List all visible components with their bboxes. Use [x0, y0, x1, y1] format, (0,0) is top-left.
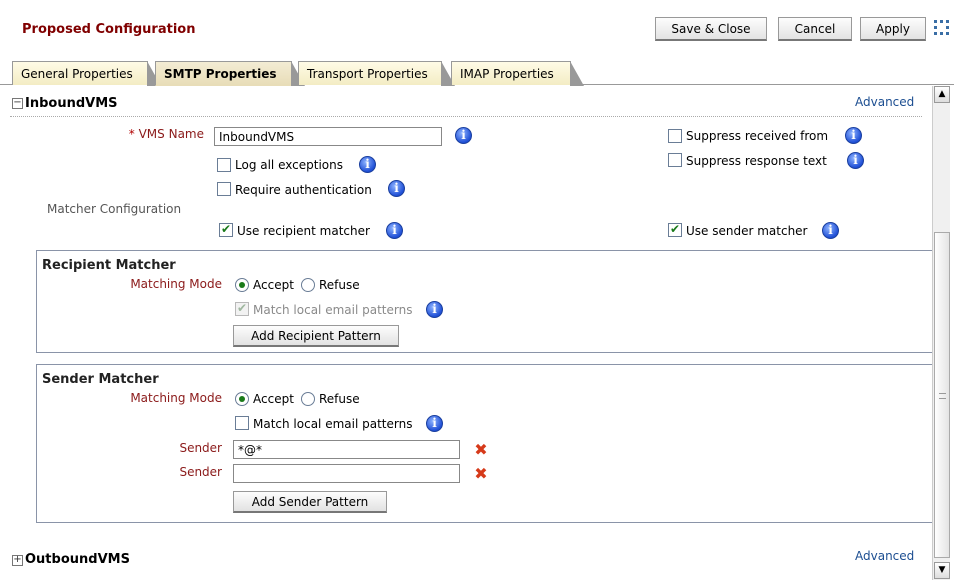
sender-input[interactable]: *@*: [233, 440, 460, 459]
tab-imap-properties[interactable]: IMAP Properties: [451, 61, 584, 86]
sender-input[interactable]: [233, 464, 460, 483]
suppress-received-from-label: Suppress received from: [686, 129, 829, 143]
sender-refuse-label: Refuse: [319, 392, 360, 406]
matching-mode-label: Matching Mode: [130, 277, 222, 291]
matching-mode-label: Matching Mode: [130, 391, 222, 405]
delete-icon[interactable]: ✖: [473, 442, 489, 458]
suppress-response-text-label: Suppress response text: [686, 154, 827, 168]
vertical-scrollbar[interactable]: ▲ ▼: [932, 86, 950, 580]
use-sender-matcher-label: Use sender matcher: [686, 224, 808, 238]
tab-smtp-properties[interactable]: SMTP Properties: [155, 61, 305, 86]
recipient-matcher-title: Recipient Matcher: [42, 258, 176, 273]
add-sender-pattern-button[interactable]: Add Sender Pattern: [233, 491, 387, 513]
sender-accept-label: Accept: [253, 392, 294, 406]
scroll-down-icon[interactable]: ▼: [934, 562, 950, 579]
info-icon[interactable]: i: [359, 156, 376, 173]
inbound-section-title: InboundVMS: [25, 96, 118, 111]
panel-grip-icon[interactable]: [934, 20, 950, 36]
use-recipient-matcher-label: Use recipient matcher: [237, 224, 370, 238]
content-area: − InboundVMS Advanced * VMS Name Inbound…: [0, 86, 933, 580]
scroll-up-icon[interactable]: ▲: [934, 86, 950, 103]
matcher-configuration-label: Matcher Configuration: [47, 202, 182, 216]
divider: [10, 116, 922, 117]
expand-outbound-icon[interactable]: +: [12, 555, 23, 566]
info-icon[interactable]: i: [822, 222, 839, 239]
sender-label: Sender: [179, 441, 222, 455]
outbound-section-title: OutboundVMS: [25, 552, 130, 567]
cancel-button[interactable]: Cancel: [778, 17, 852, 41]
info-icon[interactable]: i: [847, 152, 864, 169]
info-icon[interactable]: i: [455, 127, 472, 144]
info-icon[interactable]: i: [426, 415, 443, 432]
info-icon[interactable]: i: [388, 180, 405, 197]
sender-match-local-label: Match local email patterns: [253, 417, 413, 431]
suppress-received-from-checkbox[interactable]: [668, 129, 682, 143]
sender-matcher-box: Sender Matcher Matching Mode Accept Refu…: [36, 364, 933, 523]
save-close-button[interactable]: Save & Close: [655, 17, 767, 41]
tab-transport-properties[interactable]: Transport Properties: [298, 61, 455, 86]
tab-bar: General Properties SMTP Properties Trans…: [0, 58, 954, 86]
sender-refuse-radio[interactable]: [301, 392, 315, 406]
sender-accept-radio[interactable]: [235, 392, 249, 406]
recipient-matcher-box: Recipient Matcher Matching Mode Accept R…: [36, 250, 933, 353]
vms-name-label: * VMS Name: [100, 127, 204, 141]
info-icon[interactable]: i: [386, 222, 403, 239]
sender-matcher-title: Sender Matcher: [42, 372, 159, 387]
suppress-response-text-checkbox[interactable]: [668, 153, 682, 167]
use-recipient-matcher-checkbox[interactable]: [219, 222, 233, 237]
recipient-refuse-label: Refuse: [319, 278, 360, 292]
require-authentication-label: Require authentication: [235, 183, 372, 197]
apply-button[interactable]: Apply: [860, 17, 926, 41]
page-title: Proposed Configuration: [22, 22, 196, 37]
recipient-refuse-radio[interactable]: [301, 278, 315, 292]
use-sender-matcher-checkbox[interactable]: [668, 222, 682, 237]
scrollbar-thumb[interactable]: [934, 232, 950, 558]
recipient-match-local-checkbox[interactable]: [235, 301, 249, 316]
recipient-match-local-label: Match local email patterns: [253, 303, 413, 317]
log-all-exceptions-label: Log all exceptions: [235, 158, 343, 172]
require-authentication-checkbox[interactable]: [217, 182, 231, 196]
recipient-accept-radio[interactable]: [235, 278, 249, 292]
collapse-inbound-icon[interactable]: −: [12, 98, 23, 109]
recipient-accept-label: Accept: [253, 278, 294, 292]
scrollbar-grip-icon: [939, 393, 946, 399]
sender-label: Sender: [179, 465, 222, 479]
add-recipient-pattern-button[interactable]: Add Recipient Pattern: [233, 325, 399, 347]
tab-general-properties[interactable]: General Properties: [12, 61, 161, 86]
info-icon[interactable]: i: [845, 127, 862, 144]
outbound-advanced-link[interactable]: Advanced: [855, 549, 914, 563]
required-mark: *: [128, 127, 135, 141]
vms-name-label-text: VMS Name: [138, 127, 204, 141]
delete-icon[interactable]: ✖: [473, 466, 489, 482]
inbound-advanced-link[interactable]: Advanced: [855, 95, 914, 109]
sender-match-local-checkbox[interactable]: [235, 416, 249, 430]
log-all-exceptions-checkbox[interactable]: [217, 158, 231, 172]
page-header: Proposed Configuration Save & Close Canc…: [0, 0, 954, 58]
info-icon[interactable]: i: [426, 301, 443, 318]
vms-name-input[interactable]: InboundVMS: [214, 127, 442, 146]
